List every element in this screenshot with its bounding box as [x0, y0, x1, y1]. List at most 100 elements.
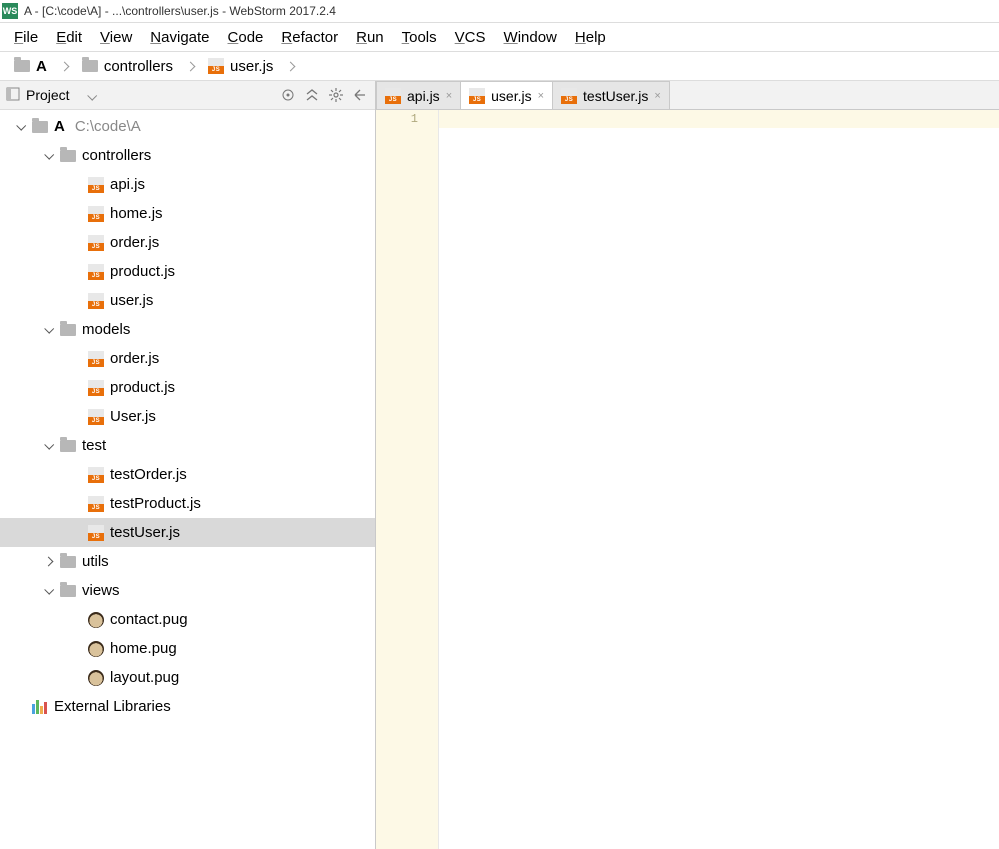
project-view-dropdown[interactable] [88, 87, 95, 103]
tree-item-layout-pug[interactable]: layout.pug [0, 663, 375, 692]
js-file-icon: JS [88, 496, 104, 512]
tree-item-user-js[interactable]: JSUser.js [0, 402, 375, 431]
tree-item-label: testProduct.js [110, 495, 201, 512]
tree-item-label: models [82, 321, 130, 338]
js-file-icon: JS [385, 88, 401, 104]
project-tree[interactable]: A C:\code\AcontrollersJSapi.jsJShome.jsJ… [0, 110, 375, 849]
folder-icon [60, 150, 76, 162]
js-file-icon: JS [88, 293, 104, 309]
tree-exp-none [70, 353, 82, 365]
chevron-down-icon[interactable] [14, 121, 26, 133]
app-badge: WS [2, 3, 18, 19]
chevron-down-icon[interactable] [42, 150, 54, 162]
hide-tool-icon[interactable] [351, 86, 369, 104]
tree-item-models[interactable]: models [0, 315, 375, 344]
js-file-icon: JS [88, 351, 104, 367]
tree-item-label: product.js [110, 263, 175, 280]
close-icon[interactable]: × [538, 90, 544, 102]
tree-exp-none [70, 672, 82, 684]
tab-label: api.js [407, 88, 440, 104]
breadcrumb-label: controllers [104, 58, 173, 75]
folder-icon [82, 60, 98, 72]
tree-item-external-libraries[interactable]: External Libraries [0, 692, 375, 721]
js-file-icon: JS [561, 88, 577, 104]
tab-label: user.js [491, 88, 531, 104]
breadcrumb-user-js[interactable]: JSuser.js [204, 56, 277, 77]
tree-item-controllers[interactable]: controllers [0, 141, 375, 170]
editor-area: JSapi.js×JSuser.js×JStestUser.js× 1 //Co… [376, 81, 999, 849]
close-icon[interactable]: × [654, 90, 660, 102]
tree-exp-none [70, 208, 82, 220]
menu-edit[interactable]: Edit [48, 27, 90, 48]
collapse-all-icon[interactable] [303, 86, 321, 104]
tree-exp-none [70, 527, 82, 539]
editor-tab-api-js[interactable]: JS api.js × [376, 81, 461, 109]
tree-exp-none [70, 237, 82, 249]
tree-item-home-pug[interactable]: home.pug [0, 634, 375, 663]
locate-icon[interactable] [279, 86, 297, 104]
folder-icon [60, 556, 76, 568]
menu-refactor[interactable]: Refactor [273, 27, 346, 48]
chevron-down-icon[interactable] [42, 440, 54, 452]
js-file-icon: JS [88, 467, 104, 483]
tree-exp-none [70, 411, 82, 423]
tree-item-label: A [54, 118, 65, 135]
menu-view[interactable]: View [92, 27, 140, 48]
tree-item-product-js[interactable]: JSproduct.js [0, 257, 375, 286]
settings-gear-icon[interactable] [327, 86, 345, 104]
tree-item-label: api.js [110, 176, 145, 193]
tree-item-contact-pug[interactable]: contact.pug [0, 605, 375, 634]
editor-tab-user-js[interactable]: JSuser.js× [460, 81, 553, 109]
chevron-right-icon[interactable] [42, 556, 54, 568]
tree-item-label: testOrder.js [110, 466, 187, 483]
line-number: 1 [376, 112, 418, 126]
breadcrumb-label: user.js [230, 58, 273, 75]
menu-help[interactable]: Help [567, 27, 614, 48]
tab-label: testUser.js [583, 88, 648, 104]
tree-item-label: utils [82, 553, 109, 570]
tree-item-a[interactable]: A C:\code\A [0, 112, 375, 141]
close-icon[interactable]: × [446, 90, 452, 102]
tree-item-product-js[interactable]: JSproduct.js [0, 373, 375, 402]
code-area[interactable]: //Code comes here [439, 110, 999, 849]
tree-exp-none [70, 266, 82, 278]
tree-item-views[interactable]: views [0, 576, 375, 605]
menu-file[interactable]: File [6, 27, 46, 48]
project-tool-icon [6, 87, 20, 104]
tree-item-order-js[interactable]: JSorder.js [0, 228, 375, 257]
tree-item-utils[interactable]: utils [0, 547, 375, 576]
tree-exp-none [70, 614, 82, 626]
title-bar: WS A - [C:\code\A] - ...\controllers\use… [0, 0, 999, 23]
breadcrumb-controllers[interactable]: controllers [78, 56, 177, 77]
chevron-down-icon[interactable] [42, 585, 54, 597]
tree-exp-none [70, 382, 82, 394]
chevron-down-icon[interactable] [42, 324, 54, 336]
libraries-icon [32, 700, 48, 714]
tree-item-test[interactable]: test [0, 431, 375, 460]
tree-item-testproduct-js[interactable]: JS testProduct.js [0, 489, 375, 518]
tree-item-label: home.js [110, 205, 163, 222]
editor-tab-testuser-js[interactable]: JS testUser.js × [552, 81, 670, 109]
menu-window[interactable]: Window [496, 27, 565, 48]
tree-item-testuser-js[interactable]: JStestUser.js [0, 518, 375, 547]
menu-tools[interactable]: Tools [394, 27, 445, 48]
tree-item-label: contact.pug [110, 611, 188, 628]
breadcrumb-label: A [36, 58, 47, 75]
tree-item-label: testUser.js [110, 524, 180, 541]
tree-item-testorder-js[interactable]: JS testOrder.js [0, 460, 375, 489]
menu-code[interactable]: Code [220, 27, 272, 48]
tree-item-label: controllers [82, 147, 151, 164]
tree-item-home-js[interactable]: JShome.js [0, 199, 375, 228]
breadcrumb-bar: Acontrollers JSuser.js [0, 52, 999, 81]
tree-item-order-js[interactable]: JSorder.js [0, 344, 375, 373]
menu-run[interactable]: Run [348, 27, 392, 48]
tree-item-api-js[interactable]: JSapi.js [0, 170, 375, 199]
chevron-right-icon [286, 61, 296, 71]
breadcrumb-a[interactable]: A [10, 56, 51, 77]
tree-exp-none [14, 701, 26, 713]
tree-item-user-js[interactable]: JSuser.js [0, 286, 375, 315]
menu-vcs[interactable]: VCS [447, 27, 494, 48]
tree-item-label: order.js [110, 234, 159, 251]
editor-body[interactable]: 1 //Code comes here [376, 110, 999, 849]
menu-navigate[interactable]: Navigate [142, 27, 217, 48]
